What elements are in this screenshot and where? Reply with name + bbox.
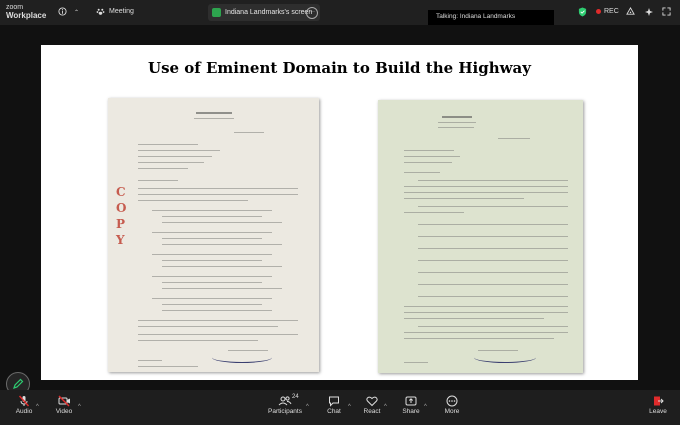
screen-share-label: Indiana Landmarks's screen	[225, 9, 313, 16]
meeting-toolbar: Audio ^ Video ^ Participants 24 ^ Chat ^…	[0, 390, 680, 425]
security-shield-icon[interactable]	[578, 7, 587, 17]
participants-icon	[278, 396, 292, 406]
participants-label: Participants	[268, 408, 302, 415]
share-screen-icon	[405, 396, 417, 406]
presentation-slide: Use of Eminent Domain to Build the Highw…	[41, 45, 638, 380]
info-icon[interactable]	[58, 7, 67, 16]
fullscreen-icon[interactable]	[662, 7, 671, 16]
chat-options-chevron-icon[interactable]: ^	[348, 404, 351, 410]
react-options-chevron-icon[interactable]: ^	[384, 404, 387, 410]
shared-screen: Use of Eminent Domain to Build the Highw…	[0, 25, 680, 390]
brand-bottom: Workplace	[6, 11, 47, 20]
more-button[interactable]: More	[432, 393, 472, 415]
more-options-icon[interactable]: ···	[306, 7, 318, 19]
participants-options-chevron-icon[interactable]: ^	[306, 404, 309, 410]
paw-icon	[96, 8, 105, 15]
heart-icon	[366, 396, 378, 407]
participants-count: 24	[292, 394, 299, 400]
recording-indicator[interactable]: REC	[596, 8, 619, 15]
camera-off-icon	[58, 395, 70, 407]
pen-icon	[13, 378, 24, 389]
meeting-button[interactable]: Meeting	[96, 7, 134, 16]
leave-button[interactable]: Leave	[638, 393, 678, 415]
chat-label: Chat	[327, 408, 341, 415]
recording-dot-icon	[596, 9, 601, 14]
microphone-muted-icon	[18, 395, 30, 407]
talking-indicator: Talking: Indiana Landmarks	[428, 10, 554, 25]
leave-label: Leave	[649, 408, 667, 415]
info-chevron-icon[interactable]: ⌃	[74, 9, 79, 16]
more-label: More	[444, 408, 460, 415]
screen-share-indicator-icon	[212, 8, 221, 17]
apps-icon[interactable]	[626, 7, 635, 16]
audio-options-chevron-icon[interactable]: ^	[36, 404, 39, 410]
meeting-label: Meeting	[109, 8, 134, 15]
copy-stamp: COPY	[116, 185, 127, 247]
more-icon	[446, 395, 458, 407]
leave-icon	[654, 396, 664, 406]
rec-label: REC	[604, 8, 619, 15]
slide-title: Use of Eminent Domain to Build the Highw…	[148, 59, 531, 77]
talking-label: Talking: Indiana Landmarks	[436, 13, 516, 20]
video-options-chevron-icon[interactable]: ^	[78, 404, 81, 410]
chat-icon	[329, 396, 339, 407]
letter-image-right	[378, 100, 583, 373]
zoom-logo: zoom Workplace	[6, 4, 46, 20]
letter-image-left: COPY	[108, 98, 319, 372]
video-label: Video	[55, 408, 73, 415]
audio-label: Audio	[15, 408, 33, 415]
ai-companion-icon[interactable]	[644, 7, 654, 17]
share-options-chevron-icon[interactable]: ^	[424, 404, 427, 410]
top-bar: zoom Workplace ⌃ Meeting Indiana Landmar…	[0, 0, 680, 25]
screen-share-pill[interactable]: Indiana Landmarks's screen ···	[208, 4, 320, 21]
share-label: Share	[402, 408, 420, 415]
react-label: React	[363, 408, 381, 415]
